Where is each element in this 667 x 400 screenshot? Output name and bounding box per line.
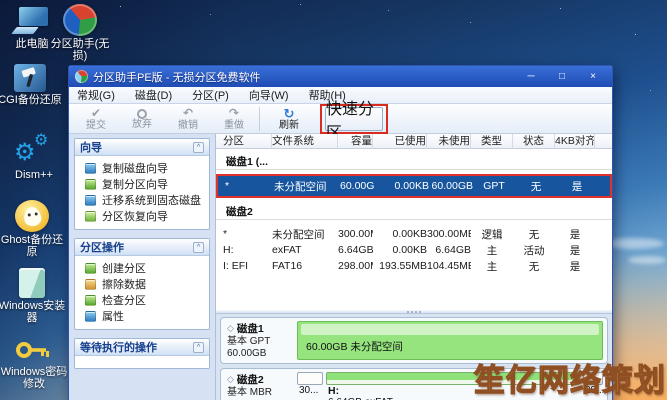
watermark: 笙亿网络策划	[474, 355, 666, 400]
col-capacity[interactable]: 容量	[338, 134, 373, 149]
copy-disk-icon	[85, 163, 96, 174]
redo-icon: ↷	[229, 107, 239, 120]
partition-pie-icon	[63, 4, 97, 36]
col-unused[interactable]: 未使用	[427, 134, 471, 149]
ghost-icon	[15, 200, 49, 232]
desktop-icon-ghost-backup[interactable]: Ghost备份还原	[0, 200, 66, 258]
disk2-group-row[interactable]: 磁盘2	[216, 204, 612, 220]
hammer-icon	[14, 64, 46, 92]
stars-decoration	[0, 0, 1, 1]
table-row-disk1-unallocated[interactable]: * 未分配空间 60.00GB 0.00KB 60.00GB GPT 无 是	[218, 176, 610, 196]
desktop-icon-dism[interactable]: ⚙⚙ Dism++	[0, 133, 68, 181]
collapse-icon[interactable]: ^	[193, 242, 204, 253]
pending-operations-panel: 等待执行的操作 ^	[74, 338, 210, 369]
desktop-icon-label: Windows安装器	[0, 300, 66, 324]
partition-ops-panel: 分区操作 ^ 创建分区 擦除数据	[74, 238, 210, 330]
computer-icon	[14, 6, 50, 36]
copy-partition-icon	[85, 179, 96, 190]
table-header: 分区 文件系统 容量 已使用 未使用 类型 状态 4KB对齐	[216, 134, 612, 149]
toolbar: ✔ 提交 放弃 ↶ 撤销 ↷ 重做 ↻ 刷新	[69, 104, 612, 134]
disk-icon: ◇	[227, 323, 234, 334]
disk2-segment-unallocated[interactable]: 30...	[297, 372, 323, 400]
titlebar[interactable]: 分区助手PE版 - 无损分区免费软件 ─ □ ×	[69, 66, 612, 87]
window-title: 分区助手PE版 - 无损分区免费软件	[93, 69, 513, 85]
desktop-icon-label: 此电脑	[16, 38, 49, 50]
migrate-os-icon	[85, 195, 96, 206]
installer-box-icon	[19, 268, 45, 298]
desktop-icon-label: Dism++	[15, 169, 53, 181]
menu-wizard[interactable]: 向导(W)	[249, 87, 289, 103]
col-type[interactable]: 类型	[471, 134, 513, 149]
sidebar-item-wipe-data[interactable]: 擦除数据	[75, 276, 209, 292]
col-filesystem[interactable]: 文件系统	[272, 134, 338, 149]
wizards-panel-header[interactable]: 向导 ^	[75, 139, 209, 156]
disk1-info: ◇磁盘1 基本 GPT 60.00GB	[225, 320, 297, 361]
cloud-decoration	[628, 256, 666, 264]
toolbar-separator	[259, 107, 260, 131]
gears-icon: ⚙⚙	[14, 133, 54, 167]
desktop-icon-label: Ghost备份还原	[0, 234, 66, 258]
close-button[interactable]: ×	[580, 69, 606, 84]
sidebar-item-properties[interactable]: 属性	[75, 308, 209, 324]
minimize-button[interactable]: ─	[518, 69, 544, 84]
partition-table: 分区 文件系统 容量 已使用 未使用 类型 状态 4KB对齐 磁盘1 (...	[216, 134, 612, 309]
menu-general[interactable]: 常规(G)	[77, 87, 115, 103]
undo-button[interactable]: ↶ 撤销	[165, 105, 211, 133]
menu-partition[interactable]: 分区(P)	[192, 87, 229, 103]
check-partition-icon	[85, 295, 96, 306]
sidebar-item-partition-recovery[interactable]: 分区恢复向导	[75, 208, 209, 224]
col-partition[interactable]: 分区	[216, 134, 272, 149]
partition-ops-panel-header[interactable]: 分区操作 ^	[75, 239, 209, 256]
properties-icon	[85, 311, 96, 322]
sidebar-item-migrate-os-ssd[interactable]: 迁移系统到固态磁盘	[75, 192, 209, 208]
redo-button[interactable]: ↷ 重做	[211, 105, 257, 133]
desktop-icon-windows-installer[interactable]: Windows安装器	[0, 268, 66, 324]
commit-button[interactable]: ✔ 提交	[73, 105, 119, 133]
checkmark-icon: ✔	[91, 107, 101, 120]
desktop-icon-windows-password[interactable]: Windows密码修改	[0, 338, 68, 390]
maximize-button[interactable]: □	[549, 69, 575, 84]
sidebar: 向导 ^ 复制磁盘向导 复制分区向导	[69, 134, 215, 400]
discard-button[interactable]: 放弃	[119, 105, 165, 133]
col-used[interactable]: 已使用	[373, 134, 427, 149]
discard-icon	[137, 109, 147, 119]
table-row-disk2-unallocated[interactable]: * 未分配空间 300.00MB 0.00KB 300.00MB 逻辑 无 是	[216, 226, 612, 242]
wizards-panel: 向导 ^ 复制磁盘向导 复制分区向导	[74, 138, 210, 230]
wipe-data-icon	[85, 279, 96, 290]
table-row-disk2-i-efi[interactable]: I: EFI FAT16 298.00MB 193.55MB 104.45MB …	[216, 258, 612, 274]
menu-disk[interactable]: 磁盘(D)	[135, 87, 172, 103]
partition-assistant-window: 分区助手PE版 - 无损分区免费软件 ─ □ × 常规(G) 磁盘(D) 分区(…	[68, 65, 613, 400]
col-4k-aligned[interactable]: 4KB对齐	[555, 134, 595, 149]
refresh-button[interactable]: ↻ 刷新	[266, 105, 312, 133]
app-icon	[75, 70, 88, 83]
table-row-disk2-h[interactable]: H: exFAT 6.64GB 0.00KB 6.64GB 主 活动 是	[216, 242, 612, 258]
key-icon	[16, 338, 52, 364]
refresh-icon: ↻	[284, 107, 295, 120]
selected-row-highlight: * 未分配空间 60.00GB 0.00KB 60.00GB GPT 无 是	[216, 174, 612, 198]
disk1-group-row[interactable]: 磁盘1 (...	[216, 154, 612, 170]
desktop-icon-label: CGI备份还原	[0, 94, 62, 106]
desktop-icon-partition-assistant[interactable]: 分区助手(无损)	[46, 4, 114, 62]
collapse-icon[interactable]: ^	[193, 342, 204, 353]
desktop-icon-label: 分区助手(无损)	[46, 38, 114, 62]
desktop-icon-label: Windows密码修改	[0, 366, 68, 390]
undo-icon: ↶	[183, 107, 193, 120]
sidebar-item-create-partition[interactable]: 创建分区	[75, 260, 209, 276]
sidebar-item-copy-partition-wizard[interactable]: 复制分区向导	[75, 176, 209, 192]
sidebar-item-copy-disk-wizard[interactable]: 复制磁盘向导	[75, 160, 209, 176]
quick-partition-button[interactable]: 快速分区	[325, 107, 383, 131]
red-highlight-box: 快速分区	[320, 104, 388, 134]
disk-icon: ◇	[227, 374, 234, 385]
desktop-icon-cgi-backup[interactable]: CGI备份还原	[0, 64, 64, 106]
pending-operations-header[interactable]: 等待执行的操作 ^	[75, 339, 209, 356]
col-status[interactable]: 状态	[513, 134, 555, 149]
cloud-decoration	[604, 238, 664, 249]
collapse-icon[interactable]: ^	[193, 142, 204, 153]
disk2-info: ◇磁盘2 基本 MBR 7.23GB	[225, 371, 297, 400]
partition-recovery-icon	[85, 211, 96, 222]
desktop: 此电脑 分区助手(无损) CGI备份还原 ⚙⚙ Dism++ Ghost备份还原…	[0, 0, 667, 400]
create-partition-icon	[85, 263, 96, 274]
pending-operations-empty	[75, 356, 209, 368]
sidebar-item-check-partition[interactable]: 检查分区	[75, 292, 209, 308]
